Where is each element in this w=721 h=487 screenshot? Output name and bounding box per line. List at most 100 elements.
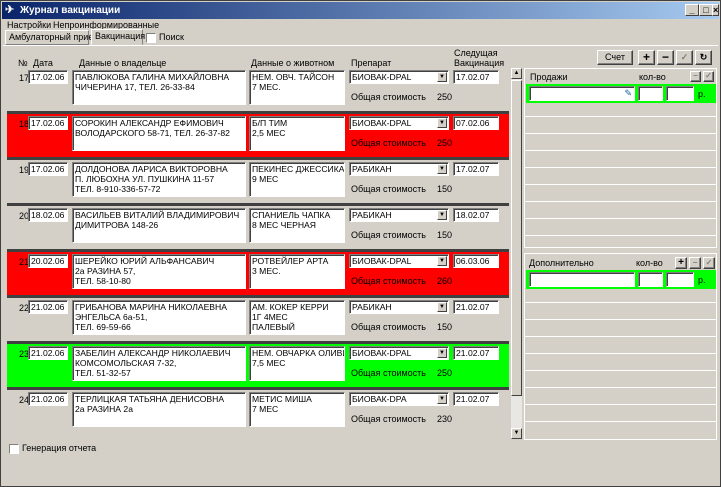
chevron-down-icon[interactable]: ▼ — [437, 394, 447, 404]
record-date-field[interactable]: 17.02.06 — [28, 116, 68, 130]
animal-line: ПАЛЕВЫЙ — [252, 322, 295, 332]
extra-title: Дополнительно — [529, 258, 594, 268]
sales-confirm-icon[interactable]: ✓ — [703, 71, 714, 82]
record-row[interactable]: 22 21.02.06 ГРИБАНОВА МАРИНА НИКОЛАЕВНА ЭНГ… — [7, 298, 509, 344]
extra-service-field[interactable] — [529, 272, 635, 287]
total-label: Общая стоимость — [351, 276, 426, 286]
record-animal-field[interactable]: МЕТИС МИША 7 МЕС — [249, 392, 345, 427]
pencil-icon[interactable]: ✎ — [624, 88, 632, 98]
drug-value: РАБИКАН — [352, 302, 392, 312]
record-date-field[interactable]: 17.02.06 — [28, 70, 68, 84]
remove-icon[interactable]: − — [657, 50, 674, 65]
record-animal-field[interactable]: НЕМ. ОВЧАРКА ОЛИВИЯ 7,5 МЕС — [249, 346, 345, 381]
chevron-down-icon[interactable]: ▼ — [437, 118, 447, 128]
record-next-date-field[interactable]: 07.02.06 — [453, 116, 499, 130]
record-row[interactable]: 17 17.02.06 ПАВЛЮКОВА ГАЛИНА МИХАЙЛОВНА ЧИЧ… — [7, 68, 509, 114]
maximize-button[interactable]: □ — [699, 4, 713, 16]
record-row[interactable]: 24 21.02.06 ТЕРЛИЦКАЯ ТАТЬЯНА ДЕНИСОВНА 2а … — [7, 390, 509, 436]
grid-line — [525, 184, 716, 185]
record-next-date-field[interactable]: 06.03.06 — [453, 254, 499, 268]
record-row[interactable]: 19 17.02.06 ДОЛДОНОВА ЛАРИСА ВИКТОРОВНА П. … — [7, 160, 509, 206]
chevron-down-icon[interactable]: ▼ — [437, 164, 447, 174]
records-scrollbar[interactable]: ▲ ▼ — [511, 68, 522, 439]
record-owner-field[interactable]: ГРИБАНОВА МАРИНА НИКОЛАЕВНА ЭНГЕЛЬСА 6а-5… — [72, 300, 246, 335]
record-next-date-field[interactable]: 17.02.07 — [453, 70, 499, 84]
record-animal-field[interactable]: НЕМ. ОВЧ. ТАЙСОН 7 МЕС. — [249, 70, 345, 105]
extra-confirm-icon[interactable]: ✓ — [703, 257, 715, 269]
search-checkbox[interactable] — [146, 33, 156, 43]
record-row[interactable]: 18 17.02.06 СОРОКИН АЛЕКСАНДР ЕФИМОВИЧ ВОЛО… — [7, 114, 509, 160]
record-owner-field[interactable]: СОРОКИН АЛЕКСАНДР ЕФИМОВИЧ ВОЛОДАРСКОГО 5… — [72, 116, 246, 151]
grid-line — [525, 167, 716, 168]
record-date-field[interactable]: 21.02.06 — [28, 300, 68, 314]
record-owner-field[interactable]: ЗАБЕЛИН АЛЕКСАНДР НИКОЛАЕВИЧ КОМСОМОЛЬСКА… — [72, 346, 246, 381]
sales-product-field[interactable]: ✎ — [529, 86, 635, 101]
record-drug-select[interactable]: РАБИКАН ▼ — [349, 300, 449, 314]
record-row[interactable]: 23 21.02.06 ЗАБЕЛИН АЛЕКСАНДР НИКОЛАЕВИЧ КО… — [7, 344, 509, 390]
record-date-field[interactable]: 21.02.06 — [28, 392, 68, 406]
scroll-up-icon[interactable]: ▲ — [511, 68, 522, 79]
sales-remove-icon[interactable]: − — [690, 71, 701, 82]
record-owner-field[interactable]: ТЕРЛИЦКАЯ ТАТЬЯНА ДЕНИСОВНА 2а РАЗИНА 2а — [72, 392, 246, 427]
sales-qty-field[interactable] — [638, 86, 663, 101]
total-value: 260 — [437, 276, 453, 286]
sales-sum-field[interactable] — [666, 86, 694, 101]
owner-line: КОМСОМОЛЬСКАЯ 7-32, — [75, 358, 177, 368]
row-separator — [7, 157, 509, 160]
chevron-down-icon[interactable]: ▼ — [437, 302, 447, 312]
record-animal-field[interactable]: АМ. КОКЕР КЕРРИ 1Г 4МЕС ПАЛЕВЫЙ — [249, 300, 345, 335]
animal-line: 7 МЕС. — [252, 82, 281, 92]
record-next-date-field[interactable]: 21.02.07 — [453, 300, 499, 314]
record-next-date-field[interactable]: 18.02.07 — [453, 208, 499, 222]
tab-vaccination[interactable]: Вакцинация — [91, 29, 145, 45]
record-drug-select[interactable]: БИОВАК-DPAL ▼ — [349, 70, 449, 84]
record-row[interactable]: 21 20.02.06 ШЕРЕЙКО ЮРИЙ АЛЬФАНСАВИЧ 2а РАЗ… — [7, 252, 509, 298]
extra-add-icon[interactable]: + — [675, 257, 687, 269]
record-owner-field[interactable]: ШЕРЕЙКО ЮРИЙ АЛЬФАНСАВИЧ 2а РАЗИНА 57, ТЕЛ… — [72, 254, 246, 289]
record-drug-select[interactable]: БИОВАК-DPAL ▼ — [349, 116, 449, 130]
record-next-date-field[interactable]: 21.02.07 — [453, 346, 499, 360]
extra-remove-icon[interactable]: − — [689, 257, 701, 269]
record-owner-field[interactable]: ПАВЛЮКОВА ГАЛИНА МИХАЙЛОВНА ЧИЧЕРИНА 17, … — [72, 70, 246, 105]
extra-sum-field[interactable] — [666, 272, 694, 287]
record-date-field[interactable]: 20.02.06 — [28, 254, 68, 268]
add-icon[interactable]: + — [638, 50, 655, 65]
record-owner-field[interactable]: ДОЛДОНОВА ЛАРИСА ВИКТОРОВНА П. ЛЮБОХНА УЛ… — [72, 162, 246, 197]
record-animal-field[interactable]: РОТВЕЙЛЕР АРТА 3 МЕС. — [249, 254, 345, 289]
record-date-field[interactable]: 21.02.06 — [28, 346, 68, 360]
record-row[interactable]: 20 18.02.06 ВАСИЛЬЕВ ВИТАЛИЙ ВЛАДИМИРОВИЧ Д… — [7, 206, 509, 252]
scroll-down-icon[interactable]: ▼ — [511, 428, 522, 439]
record-date-field[interactable]: 17.02.06 — [28, 162, 68, 176]
extra-qty-field[interactable] — [638, 272, 663, 287]
record-animal-field[interactable]: Б/П ТИМ 2,5 МЕС — [249, 116, 345, 151]
chevron-down-icon[interactable]: ▼ — [437, 72, 447, 82]
minimize-button[interactable]: _ — [685, 4, 699, 16]
record-next-date-field[interactable]: 21.02.07 — [453, 392, 499, 406]
chevron-down-icon[interactable]: ▼ — [437, 256, 447, 266]
record-drug-select[interactable]: БИОВАК-DPA ▼ — [349, 392, 449, 406]
record-animal-field[interactable]: СПАНИЕЛЬ ЧАПКА 8 МЕС ЧЕРНАЯ — [249, 208, 345, 243]
refresh-icon[interactable]: ↻ — [695, 50, 712, 65]
record-drug-select[interactable]: БИОВАК-DPAL ▼ — [349, 346, 449, 360]
record-next-date-field[interactable]: 17.02.07 — [453, 162, 499, 176]
record-date-field[interactable]: 18.02.06 — [28, 208, 68, 222]
record-owner-field[interactable]: ВАСИЛЬЕВ ВИТАЛИЙ ВЛАДИМИРОВИЧ ДИМИТРОВА 1… — [72, 208, 246, 243]
confirm-icon[interactable]: ✓ — [676, 50, 693, 65]
drug-value: РАБИКАН — [352, 164, 392, 174]
report-checkbox[interactable] — [9, 444, 19, 454]
tab-outpatient[interactable]: Амбулаторный прием — [5, 30, 100, 45]
owner-line: ВОЛОДАРСКОГО 58-71, ТЕЛ. 26-37-82 — [75, 128, 230, 138]
animal-line: 1Г 4МЕС — [252, 312, 288, 322]
report-label: Генерация отчета — [22, 443, 97, 453]
chevron-down-icon[interactable]: ▼ — [437, 348, 447, 358]
record-drug-select[interactable]: РАБИКАН ▼ — [349, 208, 449, 222]
close-button[interactable]: × — [712, 4, 719, 16]
schet-button[interactable]: Счет — [597, 50, 633, 65]
scroll-thumb[interactable] — [511, 80, 522, 396]
animal-line: СПАНИЕЛЬ ЧАПКА — [252, 210, 331, 220]
record-drug-select[interactable]: БИОВАК-DPAL ▼ — [349, 254, 449, 268]
animal-line: 7,5 МЕС — [252, 358, 286, 368]
record-drug-select[interactable]: РАБИКАН ▼ — [349, 162, 449, 176]
chevron-down-icon[interactable]: ▼ — [437, 210, 447, 220]
record-animal-field[interactable]: ПЕКИНЕС ДЖЕССИКА 9 МЕС — [249, 162, 345, 197]
